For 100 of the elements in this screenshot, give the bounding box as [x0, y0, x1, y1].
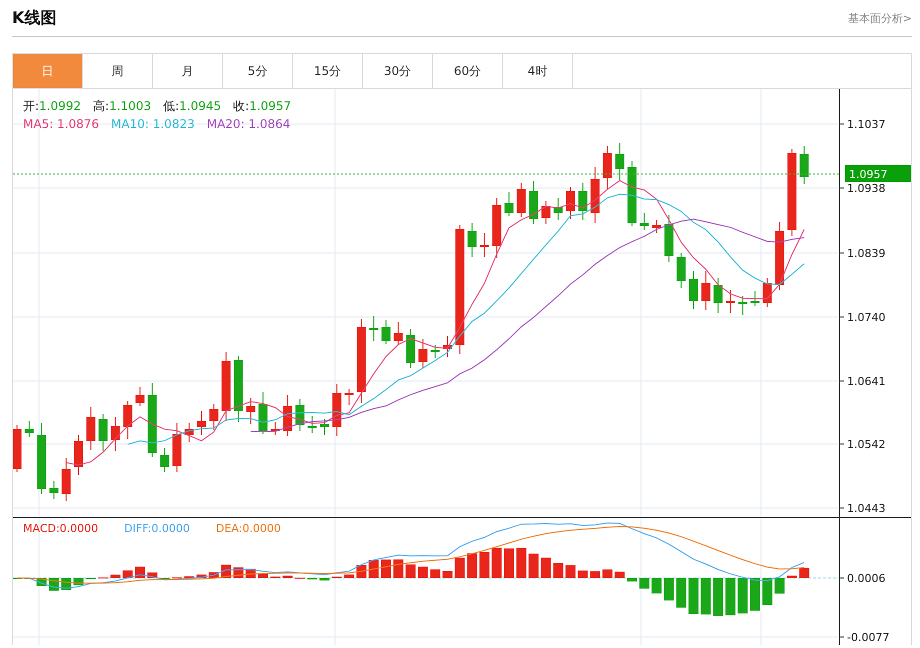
- macd-bar: [713, 578, 724, 616]
- macd-bar: [578, 570, 588, 578]
- price-tick-label: 1.0443: [847, 502, 886, 515]
- macd-bar: [393, 559, 404, 578]
- candlestick: [800, 146, 809, 184]
- candlestick: [270, 422, 280, 436]
- macd-bar: [700, 578, 711, 614]
- candlestick: [726, 290, 735, 314]
- candlestick: [516, 182, 526, 218]
- candlestick: [13, 424, 22, 472]
- candlestick: [504, 192, 514, 216]
- price-tick-label: 1.0542: [847, 438, 886, 451]
- ma-reading: MA20: 1.0864: [206, 116, 290, 133]
- candlestick: [344, 388, 354, 406]
- macd-bar: [566, 565, 576, 578]
- candlestick: [664, 214, 674, 262]
- macd-bar: [135, 566, 145, 578]
- candlestick: [184, 422, 194, 442]
- macd-bar: [688, 578, 698, 614]
- macd-bar: [602, 569, 612, 578]
- macd-bar: [479, 552, 490, 578]
- candlestick: [394, 322, 403, 346]
- candlestick: [676, 252, 686, 288]
- candlestick: [62, 458, 71, 502]
- macd-bar: [282, 576, 293, 578]
- candlestick: [566, 186, 575, 220]
- candlestick: [136, 386, 144, 406]
- candlestick: [714, 278, 723, 314]
- candlestick: [590, 166, 600, 224]
- candlestick: [234, 356, 243, 422]
- candlestick: [480, 232, 489, 258]
- ohlc-reading: 收:1.0957: [233, 98, 292, 115]
- macd-bar: [652, 578, 662, 594]
- ma-reading: MA10: 1.0823: [111, 116, 195, 133]
- macd-bar: [196, 574, 206, 578]
- candlestick: [369, 316, 378, 342]
- candlestick: [24, 420, 34, 438]
- candlestick: [258, 392, 268, 434]
- macd-bar: [320, 578, 330, 580]
- candlestick: [308, 416, 317, 434]
- candlestick: [554, 198, 563, 220]
- macd-bar: [344, 574, 354, 578]
- candlestick: [160, 448, 170, 472]
- macd-bar: [418, 566, 428, 578]
- macd-bar: [504, 548, 514, 578]
- candlestick: [197, 410, 206, 436]
- macd-tick-label: -0.0077: [847, 631, 890, 644]
- page-title: K线图: [12, 8, 56, 28]
- macd-bar: [664, 578, 674, 600]
- current-price-label: 1.0957: [849, 168, 888, 181]
- macd-bar: [639, 578, 650, 589]
- macd-bar: [799, 568, 810, 578]
- macd-bar: [122, 570, 133, 578]
- macd-bar: [614, 572, 625, 578]
- macd-bar: [467, 553, 478, 578]
- candlestick: [775, 222, 784, 290]
- candlestick: [382, 320, 390, 344]
- macd-bar: [786, 576, 797, 578]
- ohlc-reading: 低:1.0945: [163, 98, 222, 115]
- candlestick: [541, 200, 550, 224]
- price-tick-label: 1.1037: [847, 118, 886, 131]
- candlestick: [110, 416, 120, 452]
- macd-bar: [540, 558, 551, 578]
- macd-bar: [110, 574, 120, 578]
- macd-bar: [430, 569, 440, 578]
- macd-bar: [553, 563, 564, 578]
- macd-bar: [774, 578, 785, 594]
- candlestick: [430, 344, 440, 358]
- candlestick: [652, 220, 662, 234]
- macd-bar: [406, 564, 416, 578]
- candlestick: [320, 418, 329, 436]
- candlestick: [468, 222, 477, 258]
- macd-bar: [738, 578, 748, 614]
- candlestick: [615, 142, 624, 182]
- candlestick: [332, 384, 342, 436]
- price-tick-label: 1.0641: [847, 375, 886, 388]
- price-tick-label: 1.0839: [847, 247, 886, 260]
- macd-bar: [454, 558, 465, 578]
- macd-bar: [762, 578, 772, 606]
- candlestick: [209, 404, 218, 430]
- candlestick: [406, 328, 416, 368]
- candlestick: [98, 414, 108, 452]
- fundamental-analysis-link[interactable]: 基本面分析>: [848, 10, 912, 26]
- candlestick: [295, 398, 304, 432]
- macd-bar: [750, 578, 760, 611]
- macd-tick-label: 0.0006: [847, 572, 886, 585]
- macd-reading: DIFF:0.0000: [124, 522, 190, 535]
- macd-reading: MACD:0.0000: [23, 522, 98, 535]
- macd-bar: [627, 578, 637, 582]
- macd-bar: [381, 560, 391, 578]
- candlestick: [492, 198, 502, 258]
- candlestick: [640, 212, 649, 230]
- candlestick: [443, 336, 452, 358]
- candlestick: [529, 180, 538, 224]
- ohlc-reading: 开:1.0992: [23, 98, 82, 115]
- macd-bar: [725, 578, 736, 616]
- candlestick: [701, 270, 710, 310]
- candlestick: [628, 160, 636, 226]
- candlestick: [750, 290, 760, 306]
- candlestick: [689, 270, 698, 310]
